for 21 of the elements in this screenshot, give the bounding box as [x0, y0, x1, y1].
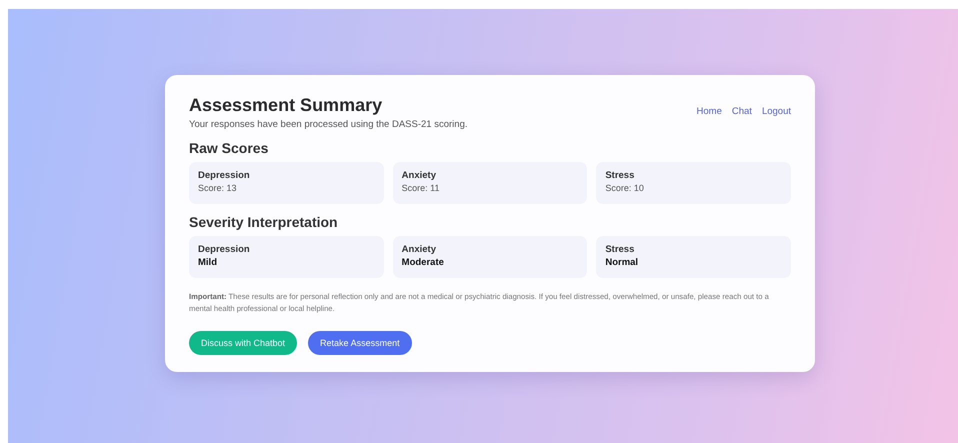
tile-label: Anxiety: [402, 244, 437, 255]
severity-value: Mild: [198, 257, 218, 268]
nav-link[interactable]: Logout: [762, 106, 791, 117]
tile-label: Depression: [198, 170, 251, 181]
severity-value: Moderate: [402, 257, 445, 268]
tile-label: Stress: [605, 170, 636, 181]
tile-label: Anxiety: [402, 170, 437, 181]
section-heading: Severity Interpretation: [189, 214, 339, 230]
subtitle: Your responses have been processed using the DASS-21 scoring.: [189, 119, 468, 130]
nav-link[interactable]: Chat: [732, 106, 752, 117]
tile-label: Depression: [198, 244, 251, 255]
tile-label: Stress: [605, 244, 636, 255]
action-button[interactable]: Retake Assessment: [308, 330, 412, 355]
severity-value: Normal: [605, 257, 640, 268]
page-title: Assessment Summary: [189, 95, 384, 116]
score-value: Score: 10: [605, 183, 645, 193]
score-value: Score: 13: [198, 183, 238, 193]
nav-link[interactable]: Home: [696, 106, 722, 117]
action-button[interactable]: Discuss with Chatbot: [189, 330, 298, 355]
score-value: Score: 11: [402, 183, 441, 193]
section-heading: Raw Scores: [189, 140, 270, 156]
